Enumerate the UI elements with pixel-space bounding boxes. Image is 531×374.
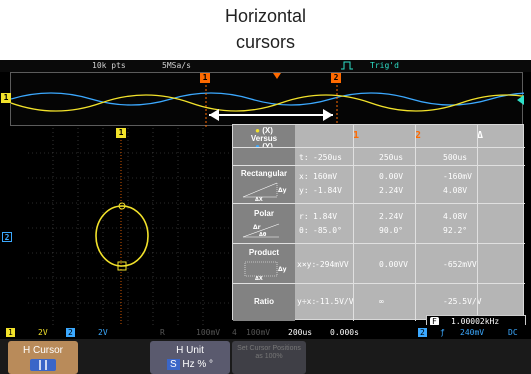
cursor-lines-icon	[30, 359, 56, 371]
h-unit-button[interactable]: H Unit S Hz % °	[150, 341, 230, 374]
ch1-scale: 2V	[38, 328, 48, 337]
product-v3: -652mVV	[443, 260, 477, 269]
polar-label: Polar	[253, 209, 274, 218]
rect-x-prefix: x:	[299, 172, 309, 181]
polar-t2: 90.0°	[379, 226, 404, 235]
product-prefix: x×y:	[297, 260, 317, 269]
trigger-status: Trig'd	[370, 61, 399, 70]
time-c2: 250us	[379, 153, 404, 162]
caption-line-1: Horizontal	[224, 6, 307, 26]
rect-x1: 160mV	[313, 172, 338, 181]
rectangular-diagram-icon: Δy ΔX	[242, 182, 287, 201]
polar-axis-r: Δr	[253, 224, 261, 231]
polar-t1: -85.0°	[313, 226, 342, 235]
rect-x2: 0.00V	[379, 172, 404, 181]
caption-line-2: cursors	[235, 32, 295, 52]
time-prefix: t:	[299, 153, 309, 162]
channel-status-bar: 1 2V 2 2V R 100mV 4 100mV 200us 0.000s 2…	[0, 325, 531, 339]
polar-row: Polar Δr Δθ r: 1.84V 2.24V 4.08V θ: -85.…	[233, 203, 525, 243]
product-v1: -294mVV	[315, 260, 349, 269]
time-c3: 500us	[443, 153, 468, 162]
trigger-source: 2	[418, 328, 427, 337]
product-label: Product	[248, 248, 280, 257]
polar-diagram-icon: Δr Δθ	[242, 223, 280, 238]
polar-r1: 1.84V	[313, 212, 338, 221]
rect-axis-y: Δy	[278, 187, 287, 194]
ch2-marker: 2	[2, 232, 12, 242]
timebase: 200us	[288, 328, 313, 337]
time-c1: -250us	[313, 153, 342, 162]
ch2-scale: 2V	[98, 328, 108, 337]
table-header: ● (X) Versus ● (Y) 1 2 Δ	[233, 125, 525, 151]
cursor-table: ● (X) Versus ● (Y) 1 2 Δ t: -250us 250us…	[232, 124, 525, 321]
rectangular-row: Rectangular Δy ΔX x: 160mV 0.00V -160mV …	[233, 165, 525, 203]
h-cursor-label: H Cursor	[22, 345, 63, 356]
trigger-edge-icon	[341, 61, 353, 72]
ch1-indicator[interactable]: 1	[6, 328, 15, 337]
column-divider	[477, 125, 478, 321]
product-row: Product Δy ΔX x×y: -294mVV 0.00VV -652mV…	[233, 243, 525, 283]
ratio-v1: -11.5V/V	[315, 297, 354, 306]
ch3-indicator[interactable]: R	[160, 328, 165, 337]
rect-y2: 2.24V	[379, 186, 404, 195]
product-diagram-icon: Δy ΔX	[244, 261, 287, 280]
cursor1-marker[interactable]: 1	[200, 73, 210, 83]
polar-t3: 92.2°	[443, 226, 468, 235]
product-v2: 0.00VV	[379, 260, 408, 269]
ch1-marker: 1	[1, 93, 11, 103]
rect-y-prefix: y:	[299, 186, 309, 195]
h-cursor-button[interactable]: H Cursor	[8, 341, 78, 374]
set-cursor-positions-label: Set Cursor Positions as 100%	[237, 345, 301, 360]
record-length: 10k pts	[92, 61, 126, 70]
ch4-indicator[interactable]: 4	[232, 328, 237, 337]
time-row: t: -250us 250us 500us	[233, 147, 525, 165]
polar-r-prefix: r:	[299, 212, 309, 221]
scope-screen: 10k pts 5MSa/s Trig'd 1 1 2 2 1 ● (X) Ve…	[0, 60, 531, 374]
rect-x3: -160mV	[443, 172, 472, 181]
rect-y3: 4.08V	[443, 186, 468, 195]
rectangular-label: Rectangular	[240, 169, 288, 178]
polar-theta-prefix: θ:	[299, 226, 309, 235]
trigger-slope-icon: ƒ	[440, 328, 445, 337]
product-axis-x: ΔX	[255, 276, 263, 280]
polar-axis-theta: Δθ	[259, 232, 267, 238]
trigger-level: 240mV	[460, 328, 485, 337]
product-axis-y: Δy	[278, 266, 287, 273]
horizontal-position: 0.000s	[330, 328, 359, 337]
ratio-label: Ratio	[233, 284, 295, 321]
rect-axis-x: ΔX	[255, 197, 263, 201]
h-unit-selected: S	[166, 359, 180, 370]
ratio-v2: ∞	[379, 297, 384, 306]
polar-r2: 2.24V	[379, 212, 404, 221]
ch2-indicator[interactable]: 2	[66, 328, 75, 337]
ch3-scale: 100mV	[196, 328, 221, 337]
ch4-scale: 100mV	[246, 328, 271, 337]
sample-rate: 5MSa/s	[162, 61, 191, 70]
trigger-coupling: DC	[508, 328, 518, 337]
xy-plot-grid: 1	[28, 128, 230, 328]
polar-r3: 4.08V	[443, 212, 468, 221]
column-divider	[415, 125, 416, 321]
ratio-prefix: y÷x:	[297, 297, 317, 306]
ratio-v3: -25.5V/V	[443, 297, 482, 306]
h-unit-label: H Unit	[176, 345, 204, 356]
column-divider	[353, 125, 354, 321]
waveform-overview: 1 1 2	[1, 72, 524, 127]
top-status-bar: 10k pts 5MSa/s Trig'd	[0, 60, 531, 72]
softkey-bar: H Cursor H Unit S Hz % ° Set Cursor Posi…	[0, 339, 531, 374]
cursor2-marker[interactable]: 2	[331, 73, 341, 83]
set-cursor-positions-button[interactable]: Set Cursor Positions as 100%	[232, 341, 306, 374]
xy-cursor-marker[interactable]: 1	[116, 128, 126, 138]
rect-y1: -1.84V	[313, 186, 342, 195]
h-unit-options: Hz % °	[182, 359, 214, 370]
